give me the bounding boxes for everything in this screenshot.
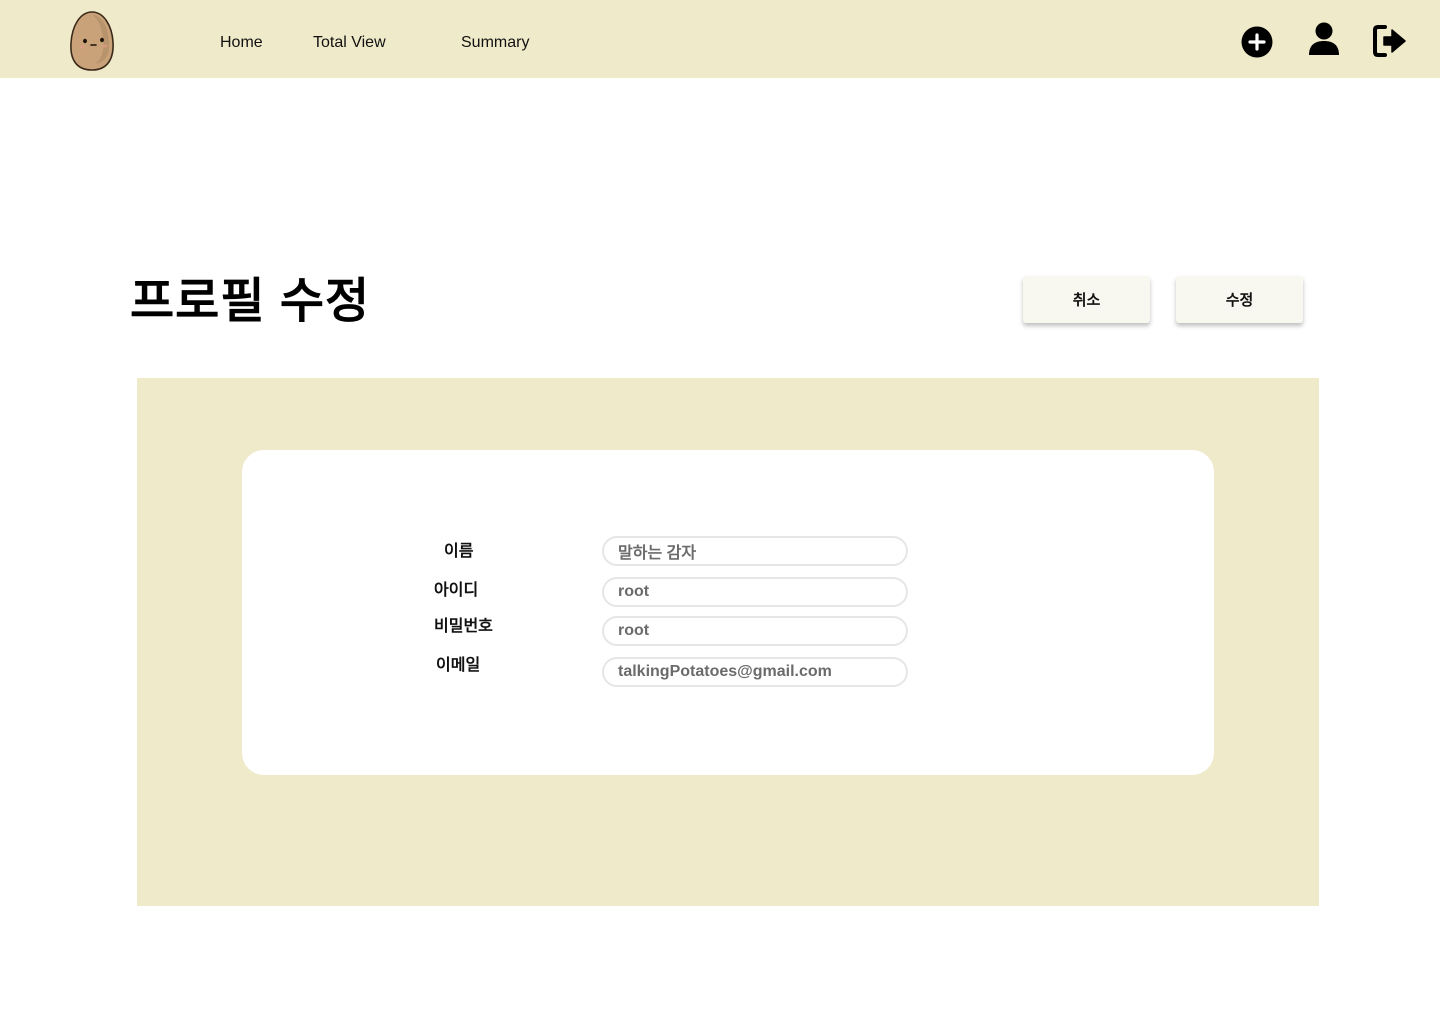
password-label: 비밀번호 (434, 618, 493, 635)
nav-total-view-link[interactable]: Total View (313, 33, 386, 53)
profile-form-card: 이름 아이디 비밀번호 이메일 (242, 450, 1214, 775)
email-label: 이메일 (436, 657, 481, 674)
name-field[interactable] (602, 536, 908, 566)
name-label: 이름 (444, 543, 474, 560)
sign-out-icon[interactable] (1372, 24, 1406, 58)
potato-mascot-icon[interactable] (68, 10, 116, 72)
profile-panel: 이름 아이디 비밀번호 이메일 (137, 378, 1319, 906)
email-field[interactable] (602, 657, 908, 687)
edit-button[interactable]: 수정 (1176, 276, 1303, 323)
top-navigation-bar: Home Total View Summary (0, 0, 1440, 78)
plus-circle-icon[interactable] (1241, 26, 1273, 58)
password-field[interactable] (602, 616, 908, 646)
nav-summary-link[interactable]: Summary (461, 33, 529, 53)
user-icon[interactable] (1307, 22, 1341, 56)
id-field[interactable] (602, 577, 908, 607)
nav-home-link[interactable]: Home (220, 33, 263, 53)
page-title: 프로필 수정 (130, 275, 371, 328)
id-label: 아이디 (434, 582, 479, 599)
cancel-button[interactable]: 취소 (1023, 276, 1150, 323)
